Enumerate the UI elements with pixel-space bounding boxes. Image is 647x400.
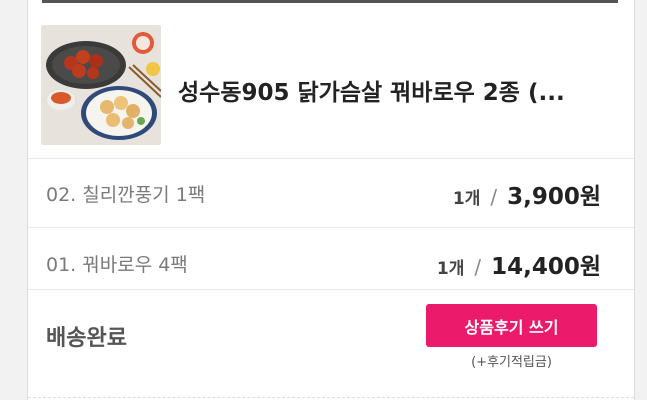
review-reward-note: (+후기적립금): [471, 355, 552, 370]
option-name: 01. 꿔바로우 4팩: [46, 254, 188, 276]
option-price: 3,900원: [507, 184, 601, 210]
price-separator: /: [490, 185, 498, 209]
order-item-card: 성수동905 닭가슴살 꿔바로우 2종 (... 02. 칠리깐풍기 1팩 1개…: [27, 0, 635, 400]
divider: [28, 289, 634, 290]
option-price-row: 1개 / 3,900원: [453, 177, 601, 211]
product-photo-icon: [41, 25, 161, 145]
product-thumbnail[interactable]: [41, 25, 161, 145]
divider: [28, 227, 634, 228]
option-quantity: 1개: [452, 189, 481, 209]
price-separator: /: [474, 255, 482, 279]
product-title[interactable]: 성수동905 닭가슴살 꿔바로우 2종 (...: [178, 73, 608, 107]
option-price: 14,400원: [491, 254, 601, 280]
option-name: 02. 칠리깐풍기 1팩: [46, 184, 206, 206]
delivery-status: 배송완료: [46, 326, 127, 351]
top-rule: [42, 0, 618, 3]
divider: [28, 158, 634, 159]
option-quantity: 1개: [436, 259, 465, 279]
option-price-row: 1개 / 14,400원: [437, 247, 601, 281]
bottom-divider: [28, 397, 634, 398]
write-review-button[interactable]: 상품후기 쓰기: [426, 304, 597, 347]
